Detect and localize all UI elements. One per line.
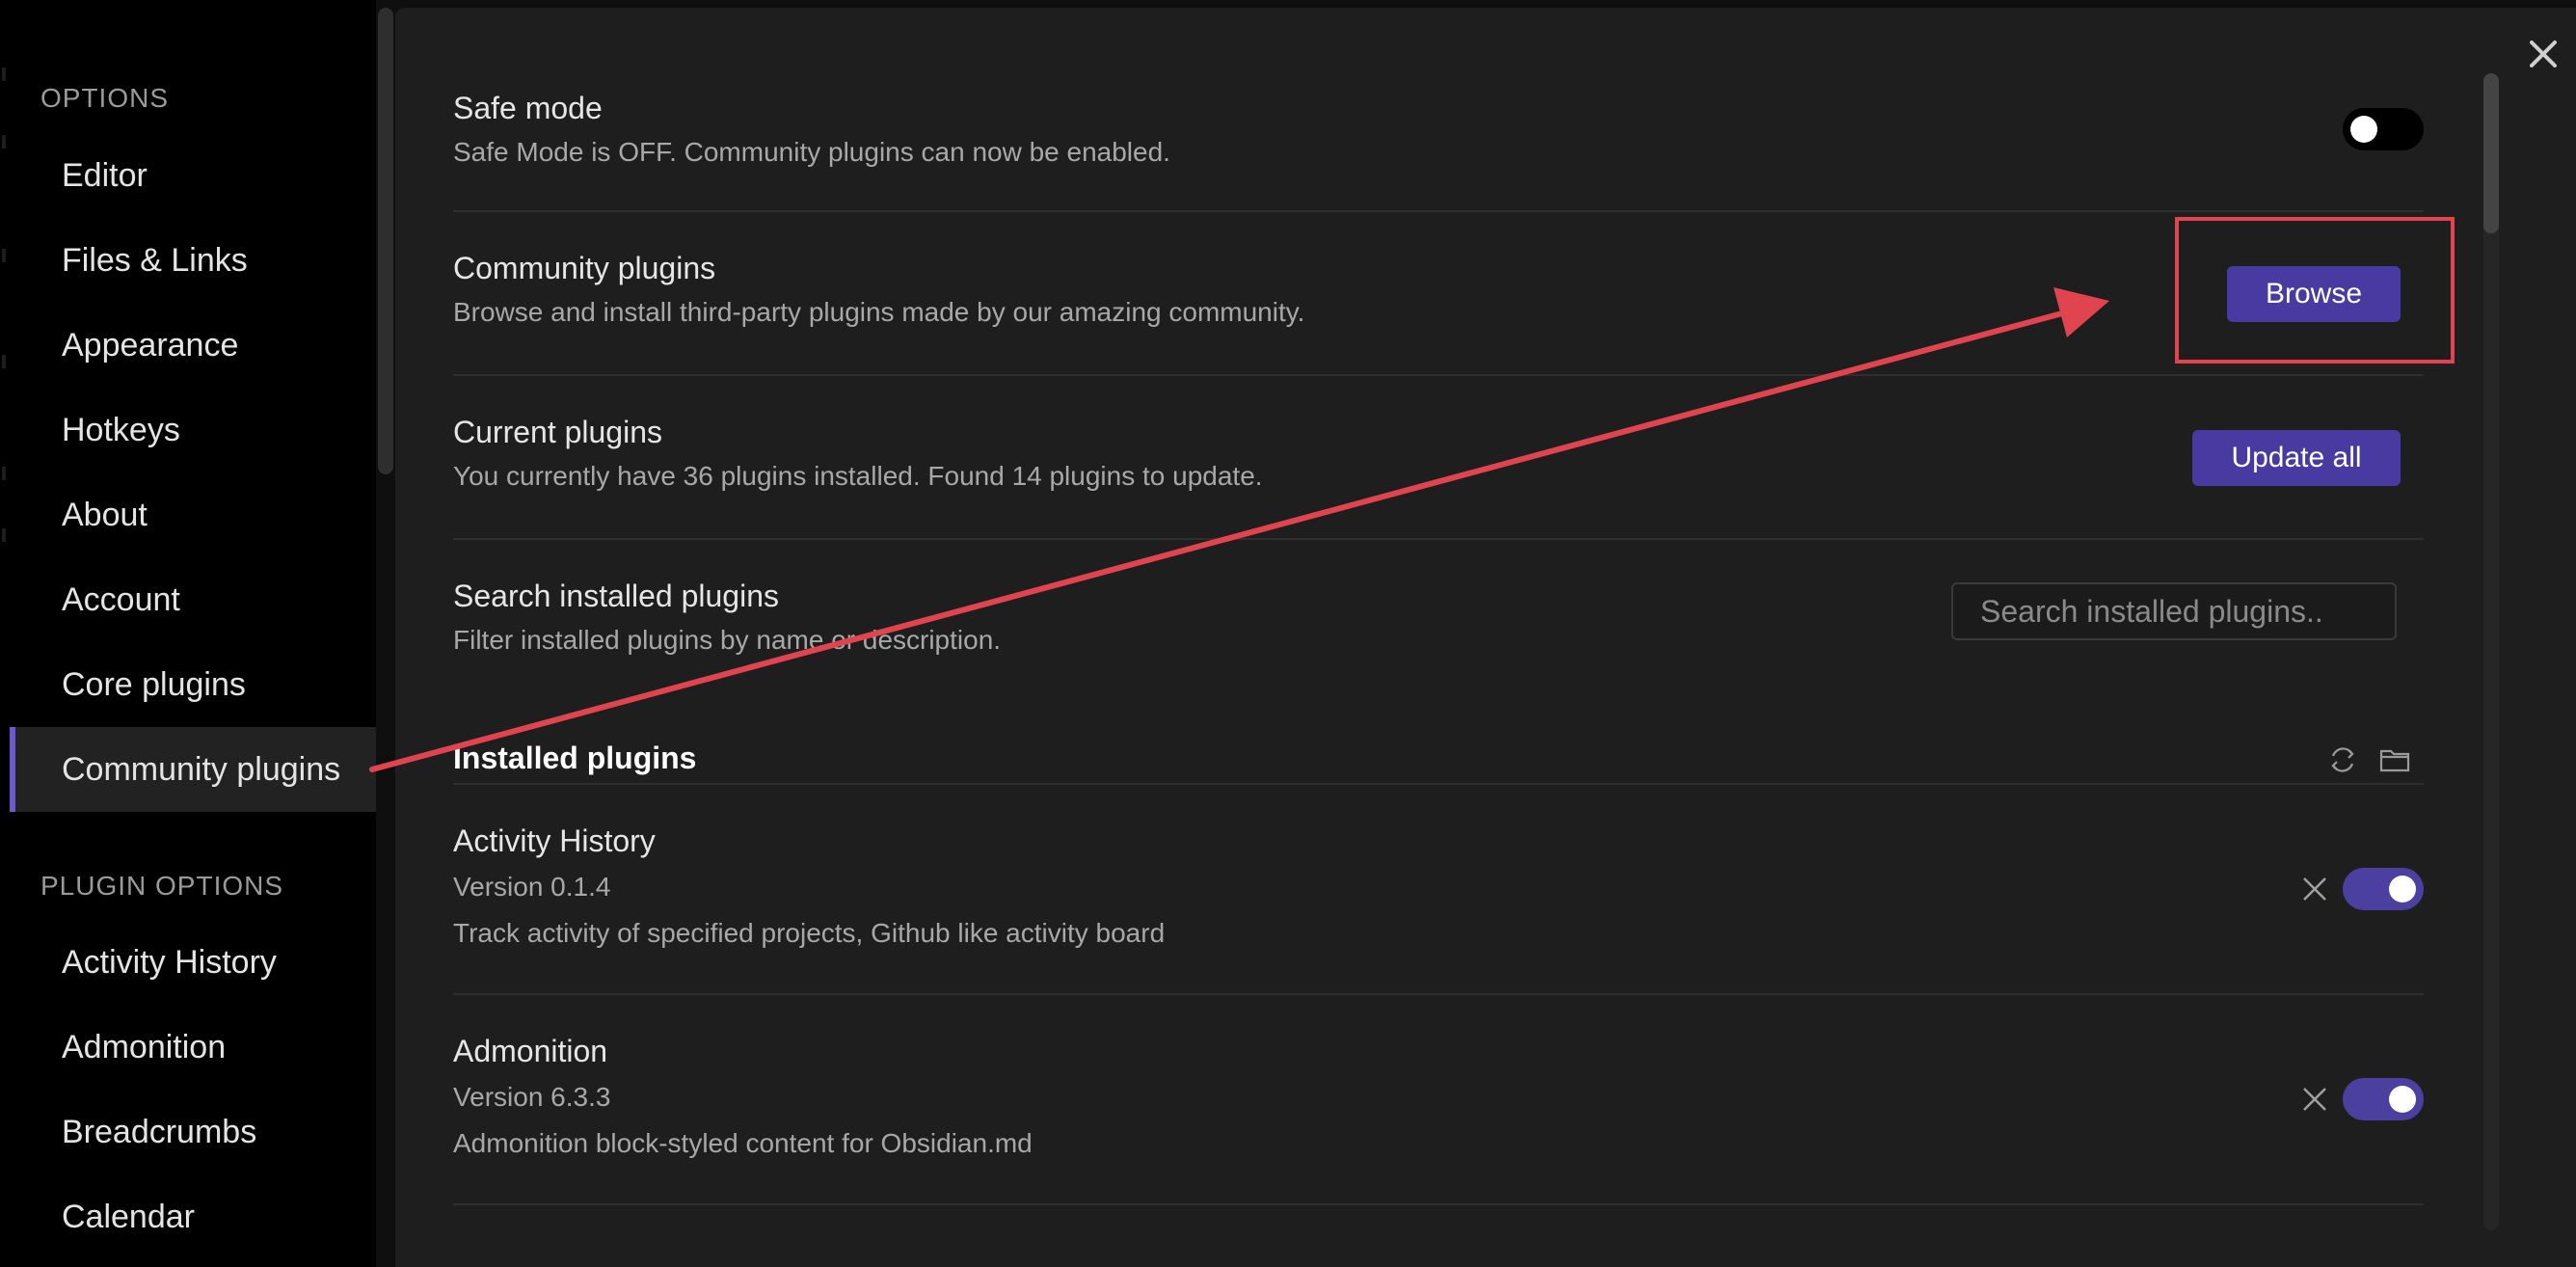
sidebar-item-appearance[interactable]: Appearance xyxy=(10,303,376,388)
setting-name: Community plugins xyxy=(453,251,716,285)
content-scrollbar-thumb[interactable] xyxy=(2483,73,2499,233)
search-installed-plugins-input[interactable] xyxy=(1951,582,2397,640)
sidebar-item-calendar[interactable]: Calendar xyxy=(10,1174,376,1259)
content-scrollbar-track[interactable] xyxy=(2483,73,2499,1230)
setting-description: Filter installed plugins by name or desc… xyxy=(453,625,1002,655)
plugin-description: Track activity of specified projects, Gi… xyxy=(453,918,1166,948)
plugin-version: Version 0.1.4 xyxy=(453,872,611,902)
options-header: OPTIONS xyxy=(40,83,170,113)
sidebar-item-community-plugins[interactable]: Community plugins xyxy=(10,727,376,812)
setting-community-plugins: Community plugins Browse and install thi… xyxy=(453,212,2424,376)
settings-window: OPTIONS Editor Files & Links Appearance … xyxy=(0,0,2576,1267)
setting-description: Safe Mode is OFF. Community plugins can … xyxy=(453,137,1170,167)
sidebar-item-about[interactable]: About xyxy=(10,472,376,557)
plugin-description: Admonition block-styled content for Obsi… xyxy=(453,1128,1033,1158)
setting-description: Browse and install third-party plugins m… xyxy=(453,297,1305,327)
setting-name: Safe mode xyxy=(453,91,603,125)
browse-button[interactable]: Browse xyxy=(2227,266,2401,322)
plugin-item-activity-history: Activity History Version 0.1.4 Track act… xyxy=(453,785,2424,995)
sidebar-item-editor[interactable]: Editor xyxy=(10,133,376,218)
plugin-name: Admonition xyxy=(453,1034,608,1068)
x-icon[interactable] xyxy=(2298,1083,2331,1116)
admonition-toggle[interactable] xyxy=(2343,1078,2424,1120)
reload-icon[interactable] xyxy=(2325,742,2360,777)
sidebar-item-activity-history[interactable]: Activity History xyxy=(10,920,376,1005)
close-button[interactable] xyxy=(2524,35,2563,73)
sidebar-edge xyxy=(0,0,8,1267)
plugin-options-header: PLUGIN OPTIONS xyxy=(40,871,284,901)
safe-mode-toggle[interactable] xyxy=(2343,108,2424,150)
settings-sidebar: OPTIONS Editor Files & Links Appearance … xyxy=(0,0,376,1267)
setting-current-plugins: Current plugins You currently have 36 pl… xyxy=(453,376,2424,540)
plugin-version: Version 6.3.3 xyxy=(453,1082,611,1112)
setting-name: Current plugins xyxy=(453,415,662,449)
sidebar-item-hotkeys[interactable]: Hotkeys xyxy=(10,388,376,472)
sidebar-item-breadcrumbs[interactable]: Breadcrumbs xyxy=(10,1090,376,1174)
plugin-item-admonition: Admonition Version 6.3.3 Admonition bloc… xyxy=(453,995,2424,1205)
sidebar-item-admonition[interactable]: Admonition xyxy=(10,1005,376,1090)
setting-safe-mode: Safe mode Safe Mode is OFF. Community pl… xyxy=(453,77,2424,212)
sidebar-scrollbar[interactable] xyxy=(378,8,393,474)
plugin-name: Activity History xyxy=(453,823,656,858)
folder-icon[interactable] xyxy=(2377,742,2412,777)
sidebar-item-account[interactable]: Account xyxy=(10,557,376,642)
installed-plugins-heading: Installed plugins xyxy=(453,741,697,775)
close-icon xyxy=(2530,40,2557,67)
setting-name: Search installed plugins xyxy=(453,579,779,613)
x-icon[interactable] xyxy=(2298,873,2331,905)
update-all-button[interactable]: Update all xyxy=(2192,430,2401,486)
sidebar-item-core-plugins[interactable]: Core plugins xyxy=(10,642,376,727)
activity-history-toggle[interactable] xyxy=(2343,868,2424,910)
setting-description: You currently have 36 plugins installed.… xyxy=(453,461,1263,491)
sidebar-item-files-links[interactable]: Files & Links xyxy=(10,218,376,303)
